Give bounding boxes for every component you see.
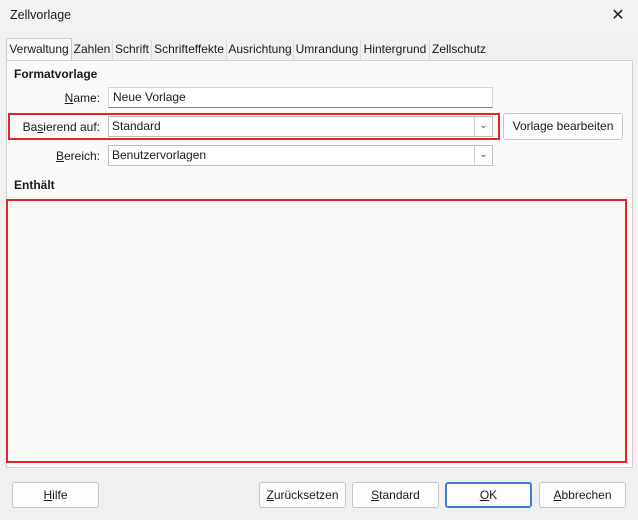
basierend-label-rest: ierend auf: — [43, 120, 100, 134]
chevron-down-icon: ⌄ — [474, 117, 492, 136]
tab-schrifteffekte[interactable]: Schrifteffekte — [152, 40, 227, 60]
ok-rest: K — [489, 488, 498, 502]
window-title: Zellvorlage — [10, 8, 72, 22]
tab-zellschutz[interactable]: Zellschutz — [430, 40, 488, 60]
reset-rest: urücksetzen — [273, 488, 339, 502]
help-accel: H — [43, 488, 53, 502]
name-label-rest: ame: — [73, 91, 100, 105]
name-input[interactable]: Neue Vorlage — [108, 87, 493, 108]
bereich-label-accel: B — [55, 149, 64, 163]
bereich-select[interactable]: Benutzervorlagen ⌄ — [108, 145, 493, 166]
ok-accel: O — [479, 488, 490, 502]
reset-button[interactable]: Zurücksetzen — [259, 482, 346, 508]
title-bar — [0, 0, 638, 32]
name-label-accel: N — [64, 91, 74, 105]
help-button[interactable]: Hilfe — [12, 482, 99, 508]
section-title-formatvorlage: Formatvorlage — [14, 67, 98, 81]
close-icon[interactable]: ✕ — [608, 6, 628, 26]
basierend-select[interactable]: Standard ⌄ — [108, 116, 493, 137]
basierend-value: Standard — [112, 119, 161, 133]
vorlage-bearbeiten-button[interactable]: Vorlage bearbeiten — [503, 113, 623, 140]
help-rest: ilfe — [52, 488, 68, 502]
name-label: Name: — [30, 91, 100, 105]
reset-accel: Z — [266, 488, 274, 502]
tab-zahlen[interactable]: Zahlen — [72, 40, 113, 60]
cancel-button[interactable]: Abbrechen — [539, 482, 626, 508]
tab-verwaltung[interactable]: Verwaltung — [6, 38, 72, 61]
tab-umrandung[interactable]: Umrandung — [294, 40, 361, 60]
tab-ausrichtung[interactable]: Ausrichtung — [227, 40, 294, 60]
bereich-value: Benutzervorlagen — [112, 148, 207, 162]
basierend-label-pre: Ba — [22, 120, 38, 134]
tab-schrift[interactable]: Schrift — [113, 40, 152, 60]
chevron-down-icon: ⌄ — [474, 146, 492, 165]
ok-button[interactable]: OK — [445, 482, 532, 508]
cancel-rest: bbrechen — [561, 488, 612, 502]
bereich-label-rest: ereich: — [63, 149, 100, 163]
standard-rest: tandard — [379, 488, 420, 502]
section-title-enthaelt: Enthält — [14, 178, 55, 192]
bereich-label: Bereich: — [30, 149, 100, 163]
standard-button[interactable]: Standard — [352, 482, 439, 508]
enthaelt-content-area — [6, 199, 627, 463]
tab-hintergrund[interactable]: Hintergrund — [361, 40, 430, 60]
standard-accel: S — [371, 488, 380, 502]
basierend-label: Basierend auf: — [14, 120, 100, 134]
